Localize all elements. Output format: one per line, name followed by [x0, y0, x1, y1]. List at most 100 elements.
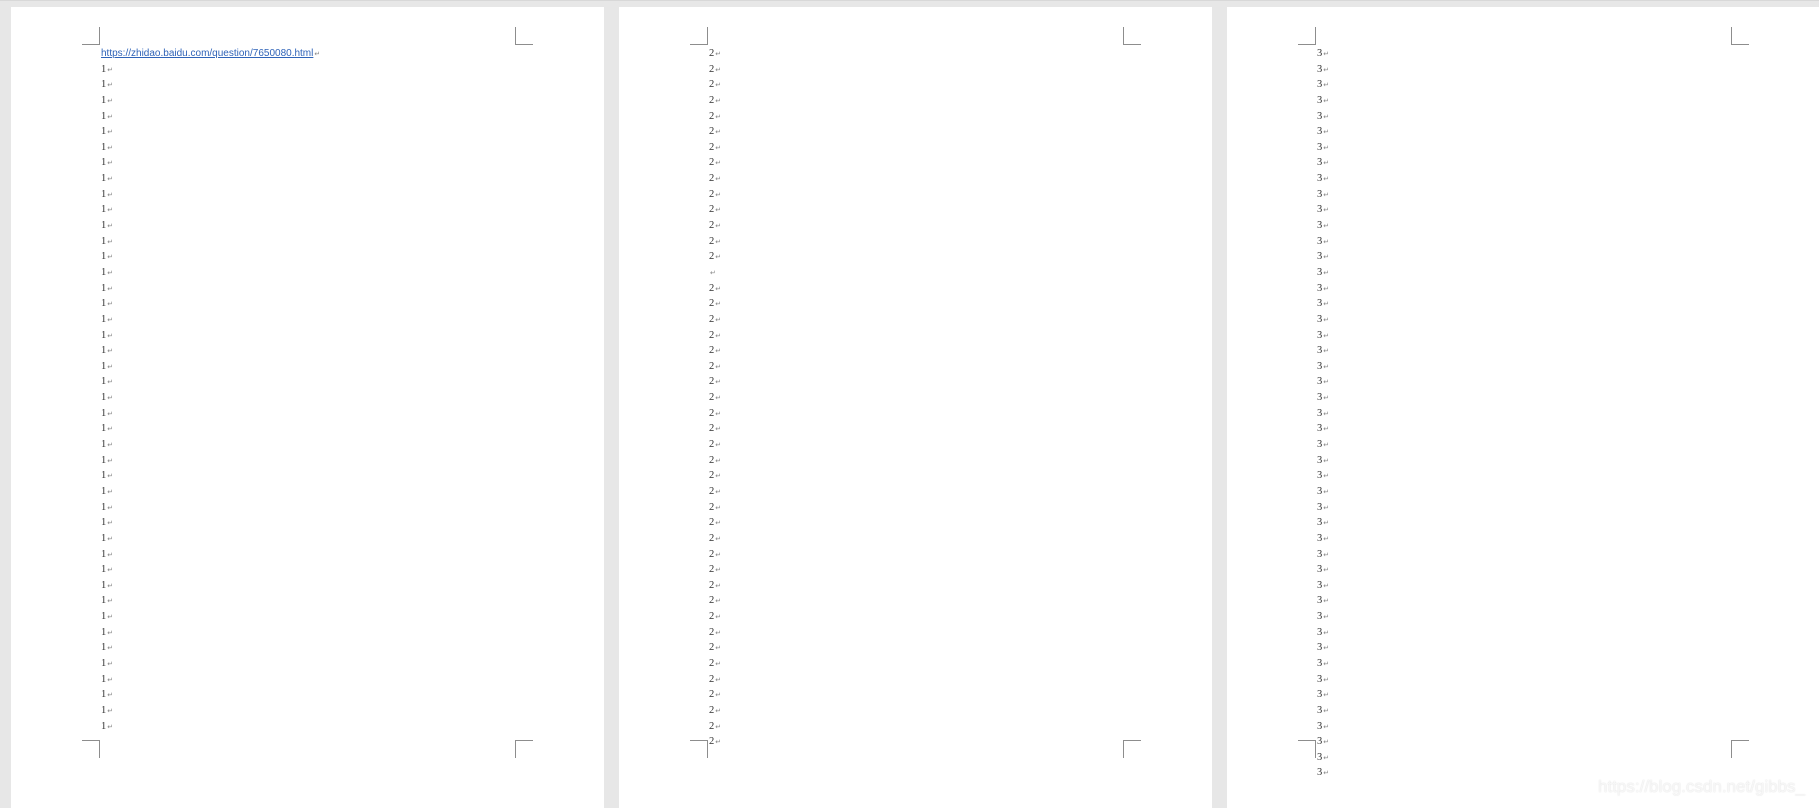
text-line: 1↵ — [101, 437, 571, 453]
paragraph-mark: ↵ — [107, 379, 114, 387]
line-number-text: 2 — [709, 595, 715, 607]
text-line: 2↵ — [709, 359, 1179, 375]
line-number-text: 1 — [101, 94, 107, 106]
text-line: 2↵ — [709, 640, 1179, 656]
line-number-text: 2 — [709, 345, 715, 357]
text-line: 3↵ — [1317, 468, 1787, 484]
text-line: 3↵ — [1317, 500, 1787, 516]
paragraph-mark: ↵ — [1323, 426, 1330, 434]
line-number-text: 3 — [1317, 298, 1323, 310]
paragraph-mark: ↵ — [1323, 129, 1330, 137]
line-number-text: 3 — [1317, 501, 1323, 513]
line-number-text: 1 — [101, 689, 107, 701]
line-number-text: 1 — [101, 532, 107, 544]
paragraph-mark: ↵ — [107, 269, 114, 277]
text-line: 1↵ — [101, 719, 571, 735]
line-number-text: 3 — [1317, 751, 1323, 763]
text-line: 3↵ — [1317, 155, 1787, 171]
line-number-text: 3 — [1317, 376, 1323, 388]
paragraph-mark: ↵ — [107, 254, 114, 262]
paragraph-mark: ↵ — [1323, 582, 1330, 590]
paragraph-mark: ↵ — [1323, 316, 1330, 324]
paragraph-mark: ↵ — [107, 285, 114, 293]
text-line: 2↵ — [709, 296, 1179, 312]
text-line: 3↵ — [1317, 374, 1787, 390]
paragraph-mark: ↵ — [715, 223, 722, 231]
line-number-text: 2 — [709, 626, 715, 638]
text-line: 2↵ — [709, 140, 1179, 156]
text-line: 3↵ — [1317, 62, 1787, 78]
line-number-text: 1 — [101, 595, 107, 607]
page-1[interactable]: https://zhidao.baidu.com/question/765008… — [11, 7, 604, 808]
paragraph-mark: ↵ — [1323, 754, 1330, 762]
line-number-text: 3 — [1317, 79, 1323, 91]
crop-mark-top-left — [1298, 27, 1316, 45]
paragraph-mark: ↵ — [107, 113, 114, 121]
paragraph-mark: ↵ — [107, 645, 114, 653]
paragraph-mark: ↵ — [715, 410, 722, 418]
paragraph-mark: ↵ — [1323, 176, 1330, 184]
line-number-text: 2 — [709, 313, 715, 325]
paragraph-mark: ↵ — [107, 223, 114, 231]
text-line: 2↵ — [709, 77, 1179, 93]
paragraph-mark: ↵ — [107, 551, 114, 559]
text-line: 1↵ — [101, 406, 571, 422]
paragraph-mark: ↵ — [715, 207, 722, 215]
paragraph-mark: ↵ — [1323, 410, 1330, 418]
line-number-text: 3 — [1317, 126, 1323, 138]
line-number-text: 2 — [709, 298, 715, 310]
text-line: 3↵ — [1317, 562, 1787, 578]
text-line: 1↵ — [101, 547, 571, 563]
paragraph-mark: ↵ — [715, 582, 722, 590]
line-number-text: 1 — [101, 173, 107, 185]
paragraph-mark: ↵ — [1323, 144, 1330, 152]
paragraph-mark: ↵ — [1323, 348, 1330, 356]
line-number-text: 3 — [1317, 407, 1323, 419]
line-number-text: 1 — [101, 548, 107, 560]
page-2[interactable]: 2↵ 2↵ 2↵ 2↵ 2↵ 2↵ 2↵ 2↵ 2↵ 2↵ 2↵ 2↵ 2↵ 2↵ ↵ 2↵ 2↵ 2↵ 2↵ 2↵ 2… — [619, 7, 1212, 808]
page-2-content: 2↵ 2↵ 2↵ 2↵ 2↵ 2↵ 2↵ 2↵ 2↵ 2↵ 2↵ 2↵ 2↵ 2↵ ↵ 2↵ 2↵ 2↵ 2↵ 2↵ 2… — [709, 46, 1179, 747]
text-line: 2↵ — [709, 656, 1179, 672]
line-number-text: 2 — [709, 360, 715, 372]
text-line: 1↵ — [101, 578, 571, 594]
hyperlink[interactable]: https://zhidao.baidu.com/question/765008… — [101, 48, 313, 59]
line-number-text: 1 — [101, 360, 107, 372]
line-number-text: 3 — [1317, 736, 1323, 748]
line-number-text: 1 — [101, 454, 107, 466]
text-line: 3↵ — [1317, 218, 1787, 234]
line-number-text: 1 — [101, 345, 107, 357]
line-number-text: 1 — [101, 485, 107, 497]
line-number-text: 1 — [101, 376, 107, 388]
page-3[interactable]: 3↵ 3↵ 3↵ 3↵ 3↵ 3↵ 3↵ 3↵ 3↵ 3↵ 3↵ 3↵ 3↵ 3↵ 3↵ 3↵ 3↵ 3↵ 3↵ 3↵… — [1227, 7, 1819, 808]
paragraph-mark: ↵ — [715, 457, 722, 465]
text-line: 1↵ — [101, 609, 571, 625]
text-line: 3↵ — [1317, 421, 1787, 437]
text-line: 2↵ — [709, 390, 1179, 406]
text-line: 1↵ — [101, 500, 571, 516]
text-line: 1↵ — [101, 124, 571, 140]
paragraph-mark: ↵ — [715, 504, 722, 512]
line-number-text: 2 — [709, 485, 715, 497]
page-1-content: https://zhidao.baidu.com/question/765008… — [101, 46, 571, 732]
line-number-text: 1 — [101, 266, 107, 278]
line-number-text: 1 — [101, 126, 107, 138]
line-number-text: 3 — [1317, 220, 1323, 232]
paragraph-mark: ↵ — [1323, 207, 1330, 215]
paragraph-mark: ↵ — [1323, 504, 1330, 512]
paragraph-mark: ↵ — [1323, 770, 1330, 778]
paragraph-mark: ↵ — [1323, 723, 1330, 731]
paragraph-mark: ↵ — [107, 207, 114, 215]
paragraph-mark: ↵ — [107, 301, 114, 309]
paragraph-mark: ↵ — [1323, 82, 1330, 90]
line-number-text: 3 — [1317, 548, 1323, 560]
paragraph-mark: ↵ — [715, 379, 722, 387]
line-number-text: 2 — [709, 173, 715, 185]
text-line: 3↵ — [1317, 343, 1787, 359]
paragraph-mark: ↵ — [107, 144, 114, 152]
paragraph-mark: ↵ — [107, 66, 114, 74]
line-number-text: 3 — [1317, 48, 1323, 59]
text-line: 2↵ — [709, 547, 1179, 563]
line-number-text: 3 — [1317, 313, 1323, 325]
paragraph-mark: ↵ — [715, 66, 722, 74]
text-line: 2↵ — [709, 202, 1179, 218]
